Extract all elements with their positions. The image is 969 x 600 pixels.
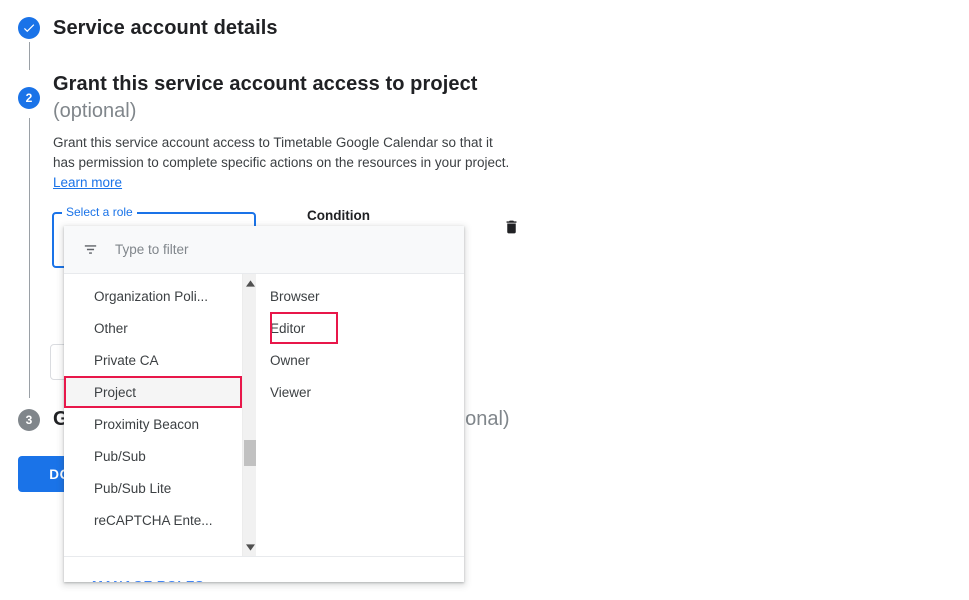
role-item-owner[interactable]: Owner: [270, 344, 464, 376]
condition-column-label: Condition: [307, 208, 370, 223]
scroll-up-arrow-icon[interactable]: [243, 276, 257, 290]
step-3-badge: 3: [18, 409, 40, 431]
category-item-project[interactable]: Project: [64, 376, 242, 408]
step-1-title: Service account details: [53, 17, 278, 39]
learn-more-link[interactable]: Learn more: [53, 175, 122, 190]
step-2-description-text: Grant this service account access to Tim…: [53, 135, 510, 170]
role-selector-dropdown: Organization Poli... Other Private CA Pr…: [64, 226, 464, 582]
step-2-badge: 2: [18, 87, 40, 109]
step-2-optional-label: (optional): [53, 100, 137, 122]
category-item[interactable]: Other: [64, 312, 242, 344]
filter-input[interactable]: [113, 241, 373, 258]
stepper-rail-segment-2: [29, 118, 30, 398]
check-icon: [23, 24, 35, 33]
manage-roles-link[interactable]: MANAGE ROLES: [92, 578, 204, 582]
step-2-description: Grant this service account access to Tim…: [53, 133, 515, 193]
scroll-down-arrow-icon[interactable]: [243, 540, 257, 554]
category-item[interactable]: Pub/Sub Lite: [64, 472, 242, 504]
chevron-down-icon: [245, 543, 255, 551]
dropdown-filter-row: [64, 226, 464, 274]
role-item-editor[interactable]: Editor: [270, 312, 338, 344]
role-category-list: Organization Poli... Other Private CA Pr…: [64, 274, 242, 556]
dropdown-body: Organization Poli... Other Private CA Pr…: [64, 274, 464, 556]
select-a-role-label: Select a role: [62, 205, 137, 219]
step-2-title: Grant this service account access to pro…: [53, 73, 478, 95]
category-item[interactable]: reCAPTCHA Ente...: [64, 504, 242, 536]
category-list-scrollbar[interactable]: [242, 274, 256, 556]
delete-role-button[interactable]: [496, 212, 526, 242]
role-list: Browser Editor Owner Viewer: [256, 274, 464, 556]
scrollbar-thumb[interactable]: [244, 440, 256, 466]
role-item-viewer[interactable]: Viewer: [270, 376, 464, 408]
category-item[interactable]: Proximity Beacon: [64, 408, 242, 440]
dropdown-footer: MANAGE ROLES: [64, 556, 464, 582]
filter-icon: [84, 245, 97, 254]
chevron-up-icon: [245, 279, 255, 287]
step-1-badge-complete: [18, 17, 40, 39]
category-item[interactable]: Private CA: [64, 344, 242, 376]
stepper-rail-segment-1: [29, 42, 30, 70]
service-account-wizard-page: Service account details 2 Grant this ser…: [0, 0, 969, 600]
category-item[interactable]: Organization Poli...: [64, 280, 242, 312]
role-item-browser[interactable]: Browser: [270, 280, 464, 312]
category-item[interactable]: Pub/Sub: [64, 440, 242, 472]
delete-icon: [506, 220, 516, 234]
